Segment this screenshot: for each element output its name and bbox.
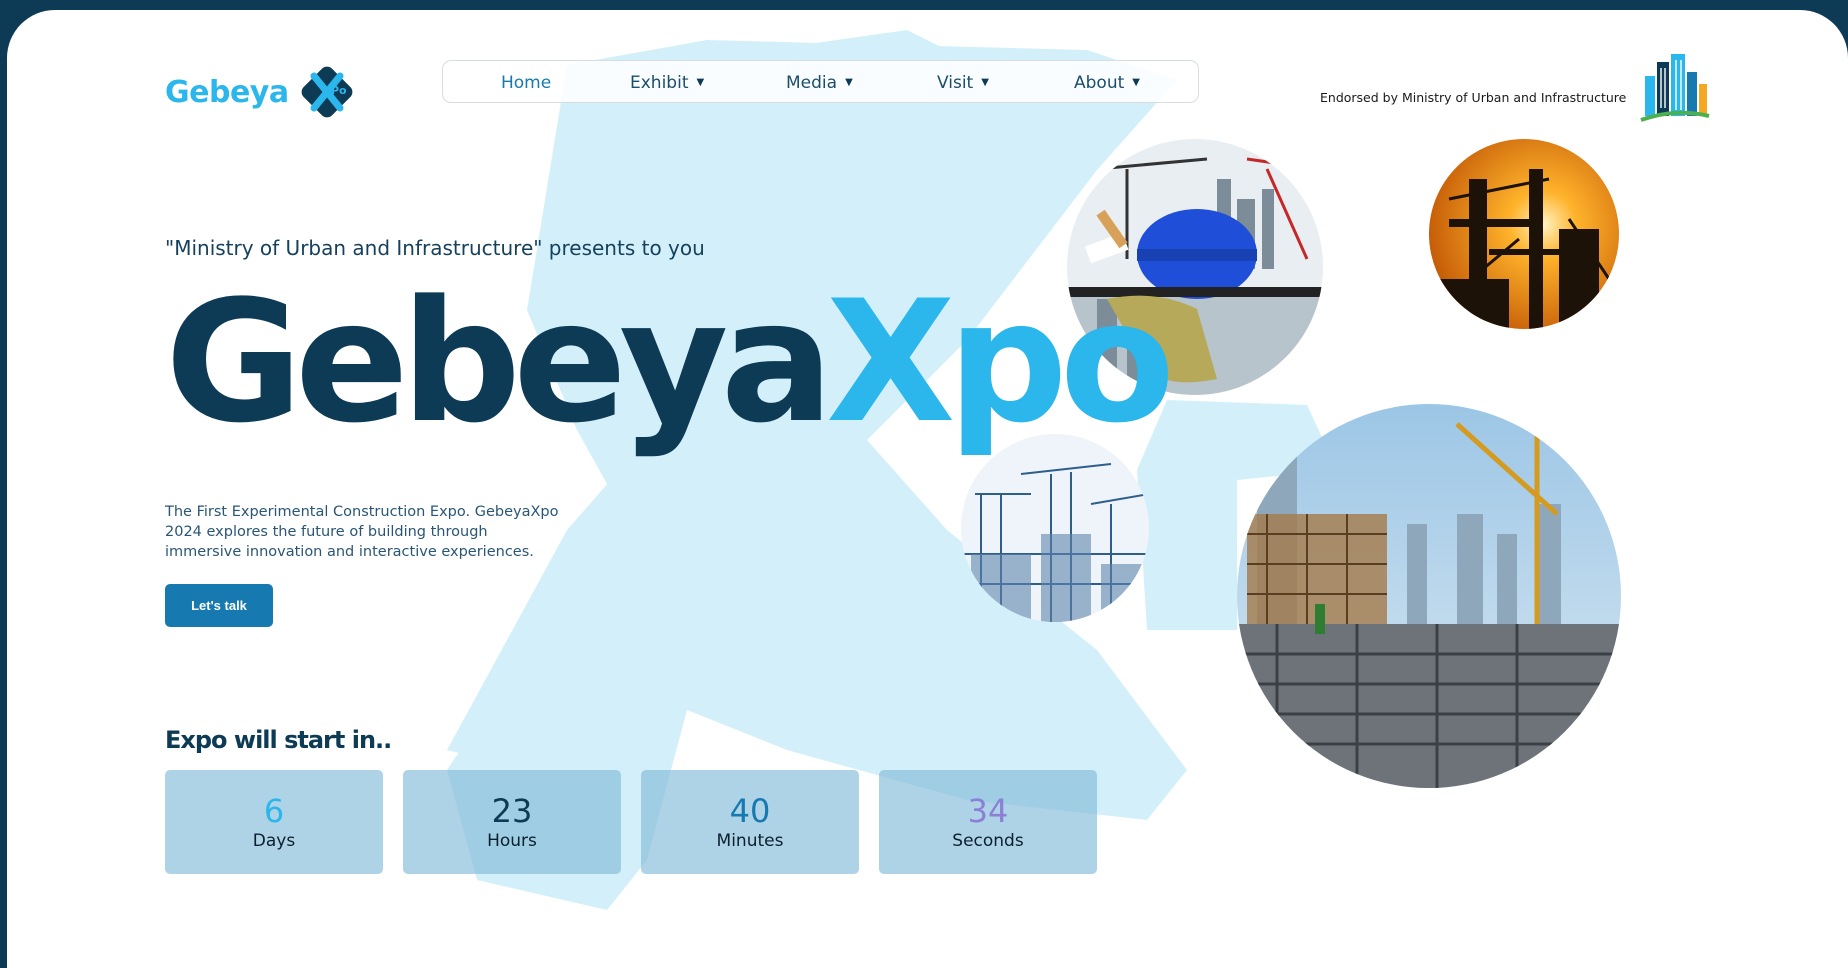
logo-xpo-icon: Po [301, 66, 352, 118]
minutes-value: 40 [729, 792, 771, 830]
days-label: Days [252, 831, 296, 851]
nav-media-label: Media [786, 72, 838, 93]
nav-about-label: About [1074, 72, 1125, 93]
nav-visit[interactable]: Visit ▼ [937, 61, 989, 104]
countdown-hours: 23 Hours [403, 770, 621, 874]
nav-exhibit[interactable]: Exhibit ▼ [630, 61, 704, 104]
ministry-building-icon [1640, 54, 1710, 122]
nav-about[interactable]: About ▼ [1074, 61, 1140, 104]
hours-label: Hours [487, 831, 537, 851]
presents-heading: "Ministry of Urban and Infrastructure" p… [165, 236, 705, 260]
construction-site-photo [1237, 404, 1621, 788]
countdown-days: 6 Days [165, 770, 383, 874]
svg-text:Po: Po [331, 84, 347, 97]
seconds-value: 34 [967, 792, 1009, 830]
endorsement-text: Endorsed by Ministry of Urban and Infras… [1320, 90, 1627, 105]
countdown-title: Expo will start in.. [165, 726, 392, 754]
nav-home-label: Home [501, 72, 552, 93]
chevron-down-icon: ▼ [696, 77, 705, 88]
hero-title: GebeyaXpo [165, 278, 1175, 446]
minutes-label: Minutes [716, 831, 784, 851]
hero-title-gebeya: Gebeya [165, 264, 834, 460]
hero-description: The First Experimental Construction Expo… [165, 504, 559, 560]
main-nav: Home Exhibit ▼ Media ▼ Visit ▼ About ▼ [442, 60, 1199, 103]
nav-exhibit-label: Exhibit [630, 72, 689, 93]
chevron-down-icon: ▼ [1132, 77, 1140, 88]
nav-media[interactable]: Media ▼ [786, 61, 853, 104]
days-value: 6 [263, 792, 285, 830]
blueprint-cranes-photo [961, 434, 1149, 622]
countdown-minutes: 40 Minutes [641, 770, 859, 874]
chevron-down-icon: ▼ [981, 77, 989, 88]
sunset-crane-photo [1429, 139, 1619, 329]
brand-logo[interactable]: Gebeya Po [165, 60, 357, 124]
nav-home[interactable]: Home [501, 61, 551, 104]
countdown-seconds: 34 Seconds [879, 770, 1097, 874]
logo-text: Gebeya [165, 74, 289, 110]
hero-title-xpo: Xpo [825, 264, 1175, 460]
nav-visit-label: Visit [937, 72, 974, 93]
page-card: Gebeya Po Home Exhibit ▼ Media ▼ Visit ▼… [7, 10, 1848, 968]
seconds-label: Seconds [952, 831, 1024, 851]
lets-talk-button[interactable]: Let's talk [165, 584, 273, 627]
hours-value: 23 [491, 792, 533, 830]
chevron-down-icon: ▼ [845, 77, 853, 88]
